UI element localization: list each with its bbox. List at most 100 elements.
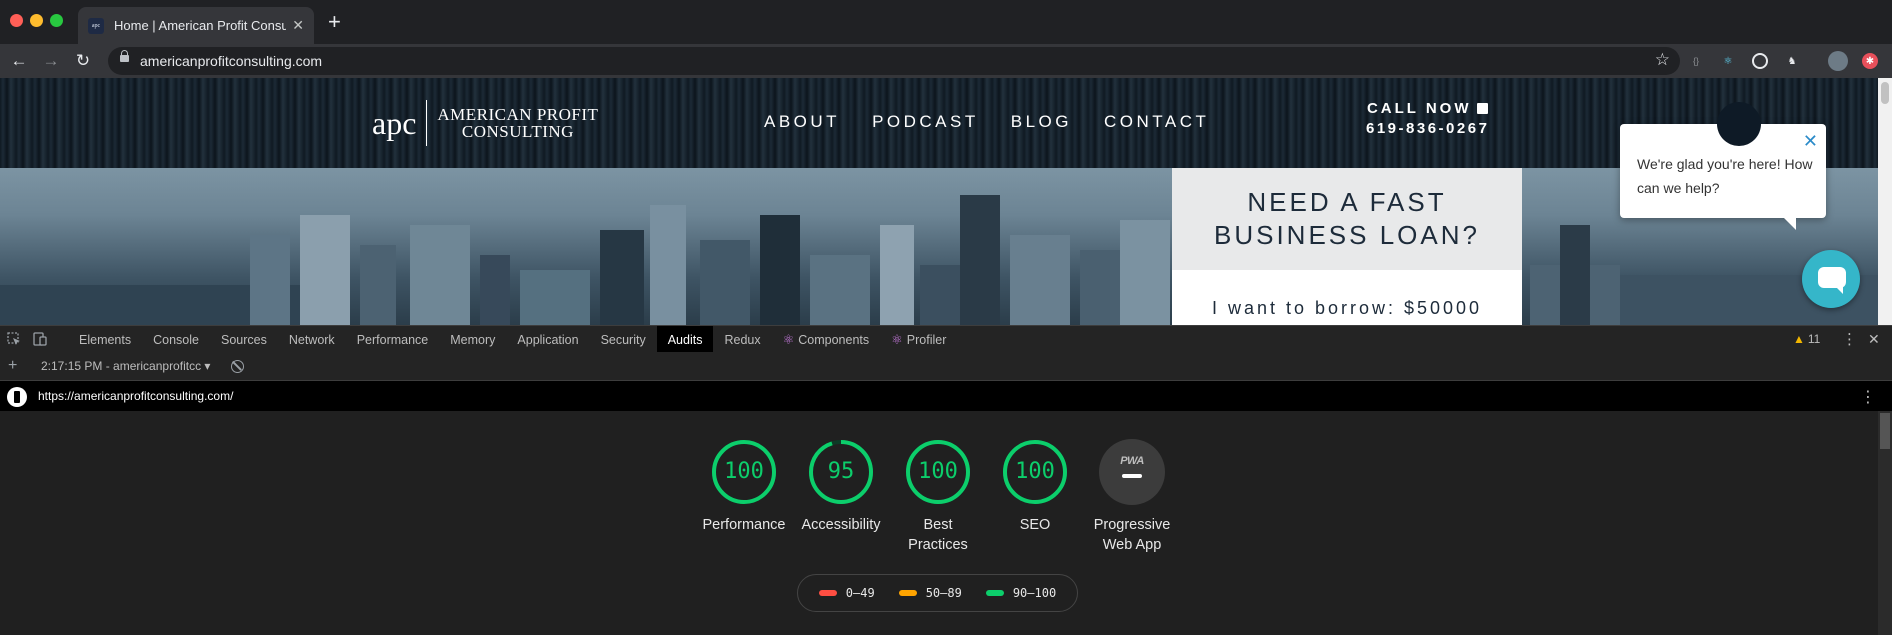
pwa-dash-icon [1122,474,1142,478]
extension-badge-icon[interactable]: ✱ [1862,53,1878,69]
extension-json-icon[interactable]: {} [1688,53,1704,69]
new-tab-icon[interactable]: + [328,10,341,34]
bookmark-star-icon[interactable]: ☆ [1655,50,1670,70]
legend-fail-swatch [818,590,837,596]
lighthouse-icon [7,387,27,407]
phone-icon [1477,103,1489,114]
loan-card-title: NEED A FAST BUSINESS LOAN? [1214,187,1480,250]
gauge-seo-score: 100 [1015,459,1055,484]
close-chat-icon[interactable]: ✕ [1803,132,1818,150]
tab-memory[interactable]: Memory [439,326,506,353]
site-nav: ABOUT PODCAST BLOG CONTACT [764,112,1209,132]
hero-cityscape [0,168,1878,325]
legend-pass-range: 90–100 [1012,586,1057,600]
report-scroll-thumb[interactable] [1880,413,1890,449]
maximize-window-button[interactable] [50,14,63,27]
legend-fail: 0–49 [818,586,875,600]
warning-icon: ▲ [1793,332,1805,346]
new-audit-icon[interactable]: + [8,357,17,375]
gauge-pwa-label: Progressive Web App [1093,517,1171,553]
tab-audits[interactable]: Audits [656,326,714,353]
gauge-seo-ring: 100 [1002,439,1068,505]
gauge-best-practices[interactable]: 100 Best Practices [888,439,988,555]
devtools-tabs: Elements Console Sources Network Perform… [68,326,957,353]
gauge-pwa[interactable]: PWA Progressive Web App [1082,439,1182,555]
gauge-accessibility-label: Accessibility [801,517,881,533]
devtools-menu-icon[interactable]: ⋮ [1842,330,1857,348]
react-icon: ⚛ [891,331,903,347]
site-logo[interactable]: apc AMERICAN PROFIT CONSULTING [372,100,598,146]
site-header: apc AMERICAN PROFIT CONSULTING ABOUT POD… [0,78,1878,168]
gauge-performance[interactable]: 100 Performance [694,439,794,535]
page-scroll-thumb[interactable] [1881,82,1889,104]
report-scrollbar[interactable] [1878,411,1892,635]
chat-greeting-bubble[interactable]: ✕ We're glad you're here! How can we hel… [1620,102,1826,230]
lighthouse-menu-icon[interactable]: ⋮ [1860,387,1876,407]
call-now[interactable]: CALL NOW 619-836-0267 [1366,100,1489,137]
tab-redux[interactable]: Redux [713,326,771,353]
legend-pass: 90–100 [985,586,1057,600]
react-devtools-icon[interactable]: ⚛ [1720,53,1736,69]
legend-fail-range: 0–49 [845,586,875,600]
close-window-button[interactable] [10,14,23,27]
tab-performance[interactable]: Performance [346,326,440,353]
browser-tab[interactable]: apc Home | American Profit Consulting ✕ [78,7,314,44]
favicon-icon: apc [88,17,104,34]
chat-launcher-button[interactable] [1802,250,1860,308]
tab-sources[interactable]: Sources [210,326,278,353]
minimize-window-button[interactable] [30,14,43,27]
nav-podcast[interactable]: PODCAST [872,112,979,132]
gauge-accessibility[interactable]: 95 Accessibility [791,439,891,535]
tab-network[interactable]: Network [278,326,346,353]
gauge-seo-label: SEO [1019,517,1051,533]
inspect-element-icon[interactable] [7,332,21,346]
device-toolbar-icon[interactable] [33,332,47,346]
pwa-badge-text: PWA [1120,455,1144,467]
phone-number[interactable]: 619-836-0267 [1366,120,1489,137]
gauge-best-practices-label: Best Practices [908,517,968,553]
pwa-badge: PWA [1099,439,1165,505]
tab-title: Home | American Profit Consulting [114,18,287,33]
gauge-best-practices-ring: 100 [905,439,971,505]
gauge-accessibility-score: 95 [827,459,855,484]
legend-average-swatch [898,590,917,596]
tab-elements[interactable]: Elements [68,326,142,353]
tab-components[interactable]: ⚛ Components [772,326,881,353]
report-selector[interactable]: 2:17:15 PM - americanprofitcc ▾ [41,359,210,373]
clear-reports-icon[interactable] [231,360,244,373]
tab-security[interactable]: Security [590,326,657,353]
tab-components-label: Components [798,332,870,347]
tab-profiler[interactable]: ⚛ Profiler [880,326,957,353]
logo-name: AMERICAN PROFIT CONSULTING [427,106,598,140]
cast-extension-icon[interactable]: ♞ [1784,53,1800,69]
nav-blog[interactable]: BLOG [1011,112,1072,132]
nav-contact[interactable]: CONTACT [1104,112,1209,132]
chat-greeting-text: We're glad you're here! How can we help? [1637,156,1813,196]
warnings-counter[interactable]: ▲ 11 [1793,332,1820,346]
lighthouse-url-bar: https://americanprofitconsulting.com/ ⋮ [0,381,1892,411]
page-scrollbar[interactable] [1878,78,1892,325]
score-legend: 0–49 50–89 90–100 [797,574,1078,612]
reload-icon[interactable]: ↻ [72,50,94,72]
legend-average-range: 50–89 [925,586,962,600]
address-url[interactable]: americanprofitconsulting.com [140,53,322,69]
gauge-seo[interactable]: 100 SEO [985,439,1085,535]
logo-mark: apc [372,100,428,146]
address-bar[interactable]: americanprofitconsulting.com ☆ [108,47,1680,75]
target-extension-icon[interactable] [1752,53,1768,69]
lighthouse-report: 100 Performance 95 Accessibility 100 Best Pra… [0,411,1878,635]
tab-console[interactable]: Console [142,326,210,353]
warning-count: 11 [1807,332,1821,346]
devtools-tab-bar: Elements Console Sources Network Perform… [0,325,1892,353]
forward-icon[interactable]: → [40,50,62,72]
loan-amount-label[interactable]: I want to borrow: $50000 [1172,298,1522,319]
close-devtools-icon[interactable]: ✕ [1868,331,1880,348]
gauge-best-practices-score: 100 [918,459,958,484]
chat-agent-avatar [1717,102,1761,146]
nav-about[interactable]: ABOUT [764,112,840,132]
profile-avatar[interactable] [1828,51,1848,71]
audited-url[interactable]: https://americanprofitconsulting.com/ [38,389,233,403]
back-icon[interactable]: ← [8,50,30,72]
close-tab-icon[interactable]: ✕ [292,17,304,34]
tab-application[interactable]: Application [506,326,589,353]
